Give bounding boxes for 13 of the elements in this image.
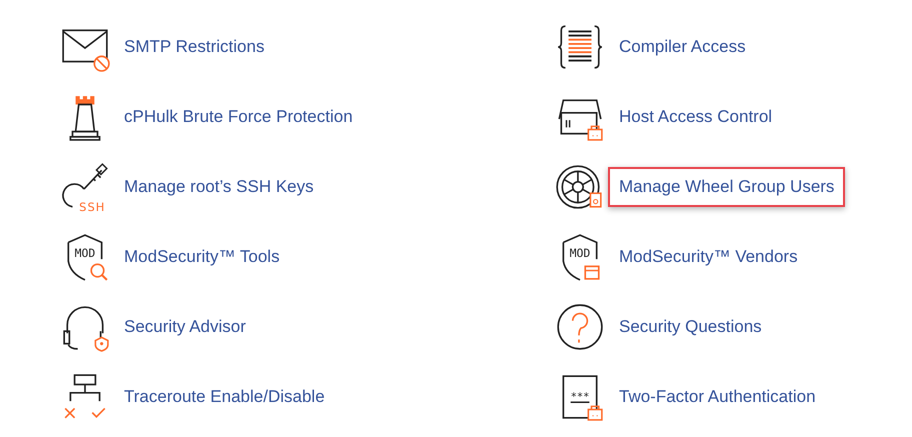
tool-link[interactable]: ModSecurity™ Vendors — [617, 237, 800, 277]
tool-link[interactable]: Manage Wheel Group Users — [608, 167, 846, 207]
tool-link[interactable]: Security Questions — [617, 307, 764, 347]
tool-link[interactable]: Two-Factor Authentication — [617, 377, 818, 417]
tool-link[interactable]: SMTP Restrictions — [122, 27, 266, 67]
question-icon — [555, 302, 605, 352]
tool-link[interactable]: Manage root’s SSH Keys — [122, 167, 316, 207]
tool-link[interactable]: Host Access Control — [617, 97, 774, 137]
tool-link[interactable]: ModSecurity™ Tools — [122, 237, 282, 277]
tool-link[interactable]: Security Advisor — [122, 307, 248, 347]
tool-link[interactable]: Traceroute Enable/Disable — [122, 377, 327, 417]
tool-link[interactable]: Compiler Access — [617, 27, 748, 67]
tool-link[interactable]: cPHulk Brute Force Protection — [122, 97, 355, 137]
